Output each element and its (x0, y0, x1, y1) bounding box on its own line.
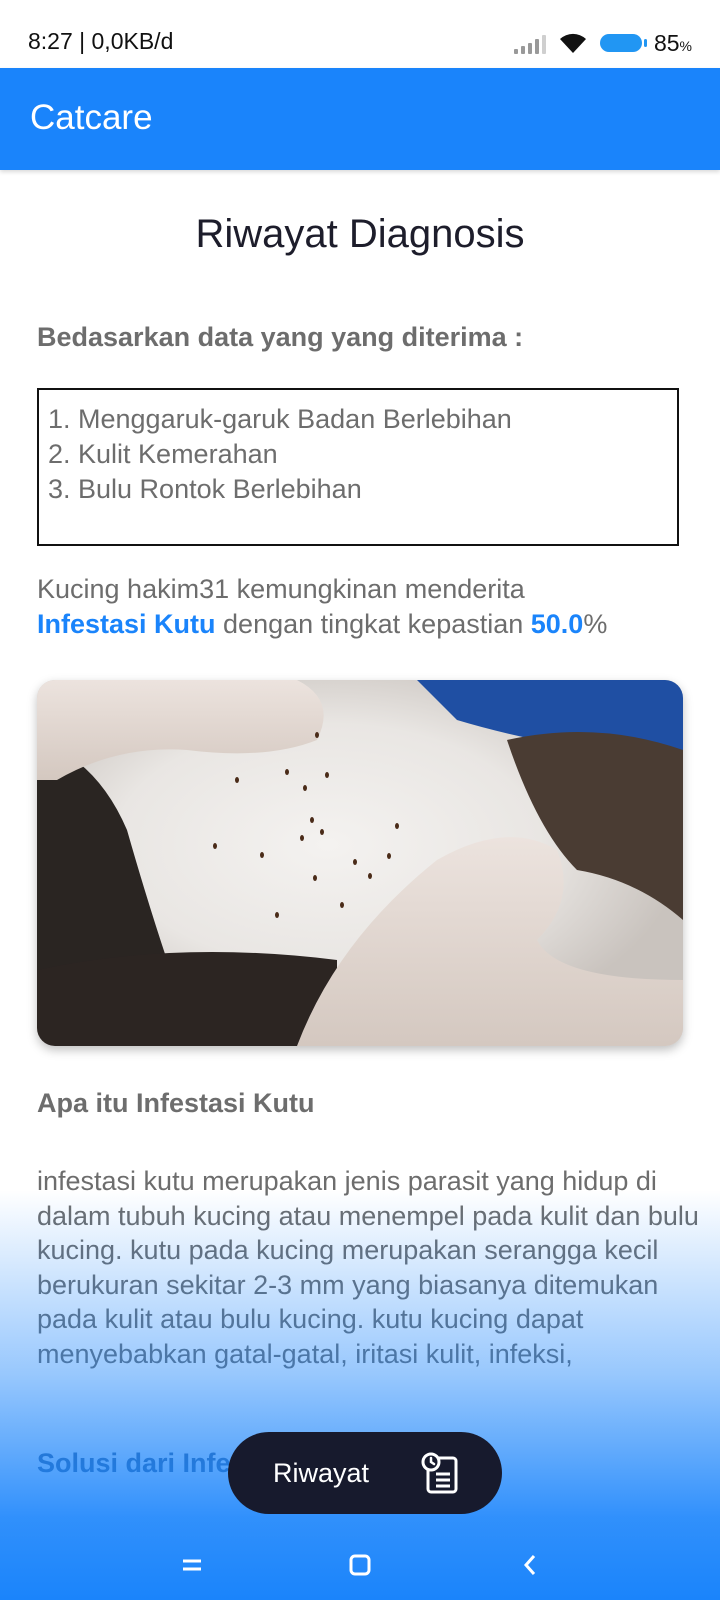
result-middle: dengan tingkat kepastian (215, 609, 531, 639)
solution-title: Solusi dari Infe (37, 1448, 231, 1478)
history-clipboard-icon (421, 1452, 458, 1494)
back-icon[interactable] (510, 1548, 550, 1582)
battery-level: 85% (653, 29, 692, 56)
disease-name: Infestasi Kutu (37, 609, 216, 639)
menu-icon[interactable] (172, 1548, 212, 1582)
battery-icon (599, 34, 647, 52)
history-button[interactable]: Riwayat (228, 1432, 502, 1514)
status-icons: 85% (513, 28, 692, 58)
disease-photo (37, 680, 683, 1046)
diagnosis-result: Kucing hakim31 kemungkinan menderita Inf… (37, 572, 687, 642)
disease-description: infestasi kutu merupakan jenis parasit y… (37, 1166, 699, 1369)
history-button-label: Riwayat (273, 1457, 370, 1488)
result-prefix: Kucing hakim31 kemungkinan menderita (37, 574, 525, 604)
symptom-item: 1. Menggaruk-garuk Badan Berlebihan (48, 404, 512, 434)
status-bar: 8:27 | 0,0KB/d 85% (0, 0, 720, 68)
status-time: 8:27 | 0,0KB/d (28, 28, 174, 54)
symptom-item: 3. Bulu Rontok Berlebihan (48, 474, 362, 504)
app-title: Catcare (30, 98, 153, 137)
wifi-icon (559, 33, 586, 53)
section-title: Apa itu Infestasi Kutu (37, 1088, 315, 1118)
page-title: Riwayat Diagnosis (195, 212, 525, 256)
system-nav-bar (0, 1530, 720, 1600)
certainty-unit: % (583, 609, 608, 639)
home-icon[interactable] (340, 1548, 380, 1582)
symptom-list: 1. Menggaruk-garuk Badan Berlebihan 2. K… (37, 388, 679, 546)
signal-icon (513, 32, 546, 54)
symptom-item: 2. Kulit Kemerahan (48, 439, 278, 469)
based-on-label: Bedasarkan data yang yang diterima : (37, 322, 524, 352)
app-bar: Catcare (0, 68, 720, 170)
certainty-value: 50.0 (530, 609, 584, 639)
